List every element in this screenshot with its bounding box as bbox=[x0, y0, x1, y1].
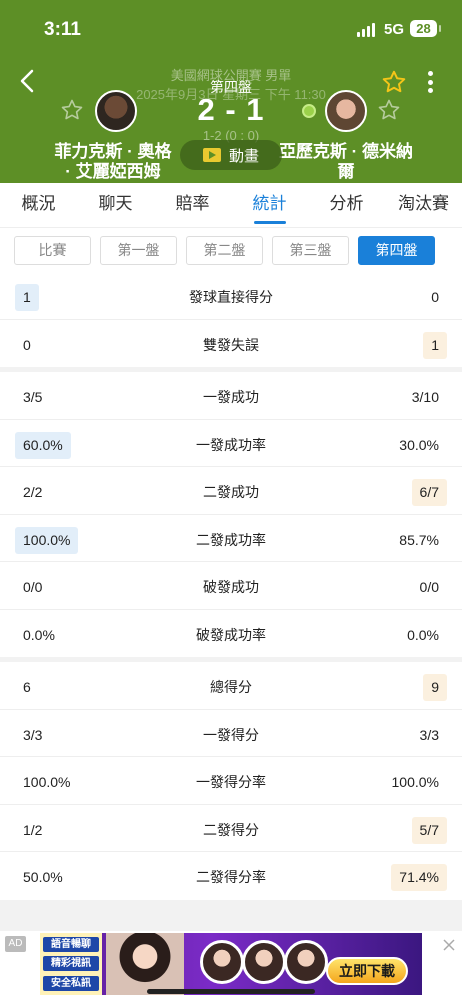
stat-right-value: 5/7 bbox=[411, 816, 447, 844]
stat-right-value: 0 bbox=[431, 289, 439, 305]
ad-avatar bbox=[200, 940, 244, 984]
ad-tag: AD bbox=[5, 936, 26, 952]
animation-button[interactable]: 動畫 bbox=[180, 140, 282, 170]
tab-chat[interactable]: 聊天 bbox=[77, 183, 154, 227]
close-icon[interactable] bbox=[442, 938, 456, 952]
stat-right-value: 85.7% bbox=[399, 531, 439, 548]
set-button-4[interactable]: 第四盤 bbox=[358, 236, 435, 265]
stat-right-value: 30.0% bbox=[399, 436, 439, 453]
player-right-name[interactable]: 亞歷克斯 · 德米納爾 bbox=[277, 142, 415, 182]
tab-knockout[interactable]: 淘汰賽 bbox=[385, 183, 462, 227]
main-tabs: 概況 聊天 賠率 統計 分析 淘汰賽 bbox=[0, 183, 462, 227]
stat-row: 0.0% 破發成功率 0.0% bbox=[0, 610, 462, 658]
stat-right-value: 9 bbox=[423, 674, 447, 701]
stat-row: 100.0% 一發得分率 100.0% bbox=[0, 757, 462, 805]
stat-row: 1 發球直接得分 0 bbox=[0, 272, 462, 320]
stat-right-value: 6/7 bbox=[411, 479, 447, 506]
set-button-3[interactable]: 第三盤 bbox=[272, 236, 349, 265]
tab-overview[interactable]: 概況 bbox=[0, 183, 77, 227]
battery-icon: 28 bbox=[410, 20, 441, 37]
stat-row: 100.0% 二發成功率 85.7% bbox=[0, 515, 462, 562]
stat-label: 一發得分 bbox=[203, 726, 259, 743]
play-icon bbox=[202, 148, 221, 162]
ad-feature: 精彩視訊 bbox=[43, 956, 99, 972]
ad-feature: 語音暢聊 bbox=[43, 937, 99, 953]
stats-group-serve: 1 發球直接得分 0 0 雙發失誤 1 bbox=[0, 272, 462, 367]
set-selector: 比賽 第一盤 第二盤 第三盤 第四盤 bbox=[0, 227, 462, 272]
serve-indicator-icon bbox=[302, 104, 316, 118]
ad-download-button[interactable]: 立即下載 bbox=[326, 957, 408, 985]
ad-banner[interactable]: 語音暢聊 精彩視訊 安全私訊 立即下載 bbox=[40, 933, 422, 995]
home-indicator bbox=[147, 989, 315, 994]
stat-label: 二發得分 bbox=[203, 821, 259, 838]
stat-right-value: 100.0% bbox=[391, 774, 439, 790]
tab-analysis[interactable]: 分析 bbox=[308, 183, 385, 227]
stat-label: 發球直接得分 bbox=[189, 289, 273, 305]
network-label: 5G bbox=[384, 21, 405, 38]
follow-right-star-icon[interactable] bbox=[377, 98, 401, 122]
ad-feature-list: 語音暢聊 精彩視訊 安全私訊 bbox=[40, 933, 102, 995]
stat-label: 一發成功 bbox=[203, 389, 259, 405]
stat-right-value: 0.0% bbox=[407, 626, 439, 643]
animation-label: 動畫 bbox=[228, 147, 259, 165]
player-right-avatar[interactable] bbox=[325, 90, 367, 132]
stat-row: 60.0% 一發成功率 30.0% bbox=[0, 420, 462, 467]
set-button-match[interactable]: 比賽 bbox=[14, 236, 91, 265]
stat-right-value: 3/3 bbox=[419, 726, 439, 743]
stat-right-value: 3/10 bbox=[411, 389, 439, 405]
stat-label: 二發成功 bbox=[203, 484, 259, 500]
stat-label: 總得分 bbox=[210, 679, 252, 695]
signal-icon bbox=[357, 23, 375, 37]
stat-right-value: 0/0 bbox=[419, 579, 439, 595]
set-button-2[interactable]: 第二盤 bbox=[186, 236, 263, 265]
stats-group-serve-success: 3/5 一發成功 3/10 60.0% 一發成功率 30.0% 2/2 二發成功… bbox=[0, 372, 462, 657]
stat-row: 50.0% 二發得分率 71.4% bbox=[0, 852, 462, 900]
ad-feature: 安全私訊 bbox=[43, 975, 99, 991]
stat-label: 破發成功率 bbox=[196, 626, 266, 643]
status-time: 3:11 bbox=[44, 19, 81, 40]
stat-row: 0/0 破發成功 0/0 bbox=[0, 562, 462, 610]
match-header: 3:11 5G 28 美國網球公開賽 男單 2025年9月3日 星期三 下午 1… bbox=[0, 0, 462, 183]
ad-photo bbox=[106, 933, 184, 995]
player-left-avatar[interactable] bbox=[95, 90, 137, 132]
stats-group-points: 6 總得分 9 3/3 一發得分 3/3 100.0% 一發得分率 100.0%… bbox=[0, 662, 462, 900]
ad-avatar bbox=[242, 940, 286, 984]
ad-avatar bbox=[284, 940, 328, 984]
follow-left-star-icon[interactable] bbox=[60, 98, 84, 122]
status-bar: 3:11 5G 28 bbox=[0, 0, 462, 58]
set-button-1[interactable]: 第一盤 bbox=[100, 236, 177, 265]
stat-right-value: 71.4% bbox=[391, 864, 447, 891]
tab-stats[interactable]: 統計 bbox=[231, 183, 308, 227]
stat-label: 雙發失誤 bbox=[203, 336, 259, 353]
stat-row: 3/3 一發得分 3/3 bbox=[0, 710, 462, 757]
stat-row: 1/2 二發得分 5/7 bbox=[0, 805, 462, 852]
stat-right-value: 1 bbox=[423, 331, 447, 359]
player-left-name[interactable]: 菲力克斯 · 奧格 · 艾麗婭西姆 bbox=[52, 142, 174, 182]
stat-row: 2/2 二發成功 6/7 bbox=[0, 467, 462, 515]
stat-row: 0 雙發失誤 1 bbox=[0, 320, 462, 368]
stat-label: 破發成功 bbox=[203, 579, 259, 595]
stat-row: 6 總得分 9 bbox=[0, 662, 462, 710]
stat-row: 3/5 一發成功 3/10 bbox=[0, 372, 462, 420]
tab-odds[interactable]: 賠率 bbox=[154, 183, 231, 227]
